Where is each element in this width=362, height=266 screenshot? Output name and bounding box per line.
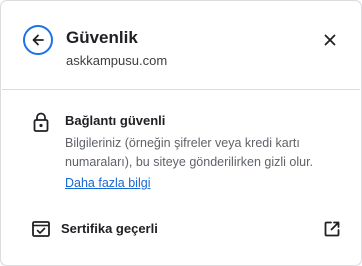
back-button[interactable] xyxy=(23,25,53,55)
certificate-label: Sertifika geçerli xyxy=(61,221,158,236)
open-in-new-icon[interactable] xyxy=(322,219,342,239)
certificate-row[interactable]: Sertifika geçerli xyxy=(2,211,360,247)
connection-description: Bilgileriniz (örneğin şifreler veya kred… xyxy=(65,134,350,172)
arrow-back-icon xyxy=(32,34,44,46)
connection-description-line: numaraları), bu siteye gönderilirken giz… xyxy=(65,155,314,169)
certificate-icon xyxy=(32,221,50,237)
site-domain: askkampusu.com xyxy=(66,53,168,68)
learn-more-link[interactable]: Daha fazla bilgi xyxy=(65,174,150,193)
header-divider xyxy=(2,89,360,90)
connection-status-title: Bağlantı güvenli xyxy=(65,113,166,128)
connection-description-line: Bilgileriniz (örneğin şifreler veya kred… xyxy=(65,136,300,150)
close-icon xyxy=(324,34,336,46)
lock-icon xyxy=(33,112,49,132)
close-button[interactable] xyxy=(318,28,342,52)
site-security-panel: Güvenlik askkampusu.com Bağlantı güvenli… xyxy=(1,1,361,265)
panel-title: Güvenlik xyxy=(66,28,138,47)
